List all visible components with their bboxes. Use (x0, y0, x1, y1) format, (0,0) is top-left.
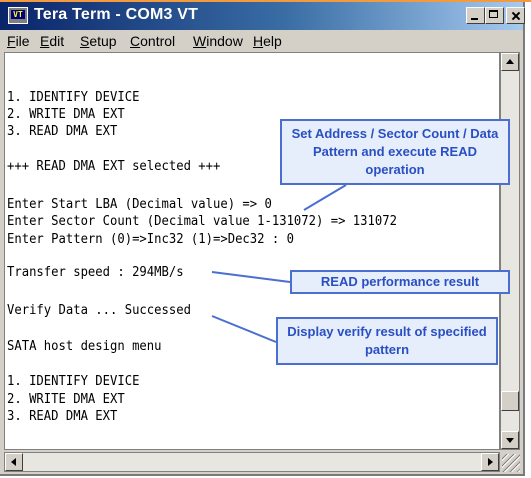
app-icon-label: VT (11, 10, 25, 19)
horizontal-scrollbar[interactable] (4, 452, 500, 472)
terminal-line: 2. WRITE DMA EXT (7, 392, 125, 407)
scroll-left-icon[interactable] (5, 453, 23, 471)
scroll-thumb[interactable] (501, 391, 519, 411)
scroll-down-icon[interactable] (501, 431, 519, 449)
terminal-line: +++ READ DMA EXT selected +++ (7, 159, 221, 174)
menu-control[interactable]: Control (130, 33, 175, 49)
terminal-line: Enter Pattern (0)=>Inc32 (1)=>Dec32 : 0 (7, 232, 294, 247)
menu-setup[interactable]: Setup (80, 33, 117, 49)
terminal-line: Enter Sector Count (Decimal value 1-1310… (7, 214, 397, 229)
callout-read-operation: Set Address / Sector Count / Data Patter… (280, 119, 510, 185)
resize-grip-icon[interactable] (502, 454, 520, 472)
menu-window[interactable]: Window (193, 33, 243, 49)
terminal-screen[interactable]: 1. IDENTIFY DEVICE 2. WRITE DMA EXT 3. R… (4, 52, 500, 450)
terminal-line: Enter Start LBA (Decimal value) => 0 (7, 197, 272, 212)
terminal-line: 1. IDENTIFY DEVICE (7, 374, 140, 389)
menu-file[interactable]: File (7, 33, 30, 49)
terminal-line: SATA host design menu (7, 339, 162, 354)
scroll-right-icon[interactable] (481, 453, 499, 471)
scroll-up-icon[interactable] (501, 53, 519, 71)
terminal-line: 3. READ DMA EXT (7, 124, 118, 139)
maximize-icon[interactable] (485, 7, 504, 24)
callout-read-performance: READ performance result (290, 270, 510, 294)
menu-edit[interactable]: Edit (40, 33, 64, 49)
menu-bar: File Edit Setup Control Window Help (0, 30, 523, 52)
menu-help[interactable]: Help (253, 33, 282, 49)
close-icon[interactable] (506, 7, 525, 24)
title-bar[interactable]: VT Tera Term - COM3 VT (0, 2, 525, 30)
callout-verify-result: Display verify result of specified patte… (276, 317, 498, 365)
tera-term-app-icon[interactable]: VT (8, 7, 28, 24)
terminal-line: Transfer speed : 294MB/s (7, 265, 184, 280)
vertical-scrollbar[interactable] (500, 52, 520, 450)
terminal-line: 2. WRITE DMA EXT (7, 107, 125, 122)
terminal-line: 3. READ DMA EXT (7, 409, 118, 424)
terminal-line: 1. IDENTIFY DEVICE (7, 90, 140, 105)
minimize-icon[interactable] (466, 7, 485, 24)
window-title: Tera Term - COM3 VT (34, 6, 199, 23)
terminal-line: Verify Data ... Successed (7, 303, 191, 318)
